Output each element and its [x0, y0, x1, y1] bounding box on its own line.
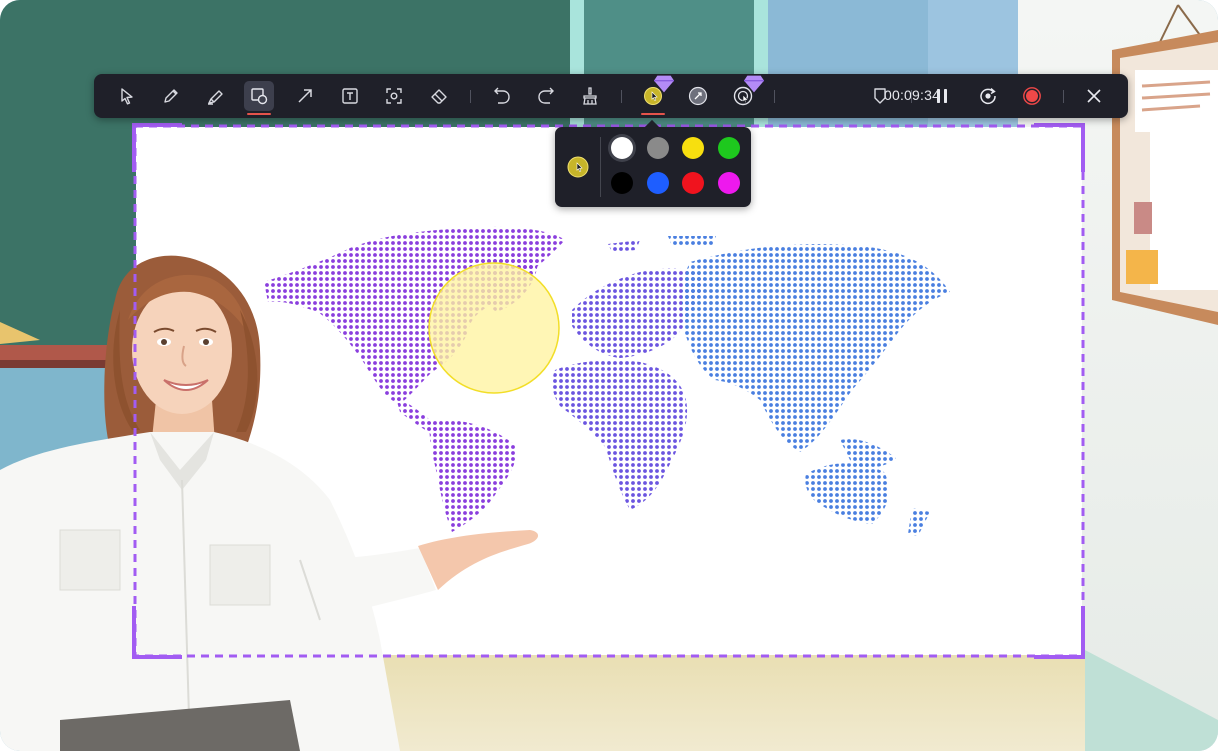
text-box-icon	[342, 88, 358, 104]
pro-gem-icon	[654, 75, 674, 93]
popup-divider	[600, 137, 601, 197]
color-swatch-black[interactable]	[611, 172, 633, 194]
color-swatch-white[interactable]	[611, 137, 633, 159]
redo-button[interactable]	[531, 81, 561, 111]
mouse-click-effect-button[interactable]	[683, 81, 713, 111]
color-swatch-magenta[interactable]	[717, 172, 740, 194]
color-swatch-red[interactable]	[682, 172, 704, 194]
restart-icon	[980, 87, 996, 105]
pause-button[interactable]	[927, 81, 957, 111]
watermark-button[interactable]	[865, 81, 895, 111]
toolbar-divider	[621, 90, 622, 103]
pen-icon	[164, 89, 178, 103]
toolbar-divider	[470, 90, 471, 103]
cursor-arrow-icon	[121, 88, 133, 105]
highlight-color-picker	[555, 127, 751, 207]
color-swatch-green[interactable]	[717, 137, 740, 159]
active-tool-indicator	[247, 113, 271, 115]
shield-icon	[874, 88, 886, 104]
pause-icon	[937, 89, 947, 103]
clear-all-button[interactable]	[575, 81, 605, 111]
cursor-highlight-button[interactable]	[638, 75, 674, 115]
mouse-click-sound-button[interactable]	[728, 75, 764, 111]
cursor-spotlight	[428, 262, 560, 394]
current-highlight-preview-icon	[567, 156, 589, 178]
color-swatch-yellow[interactable]	[682, 137, 704, 159]
spotlight-tool-button[interactable]	[379, 81, 409, 111]
screen-recording-canvas: 00:09:34	[0, 0, 1218, 751]
restart-button[interactable]	[973, 81, 1003, 111]
highlighter-icon	[208, 90, 223, 105]
close-icon	[1087, 89, 1101, 103]
annotation-toolbar: 00:09:34	[94, 74, 1128, 118]
focus-frame-icon	[386, 88, 402, 104]
pen-tool-button[interactable]	[156, 81, 186, 111]
color-swatch-gray[interactable]	[646, 137, 669, 159]
redo-icon	[538, 87, 554, 104]
undo-button[interactable]	[487, 81, 517, 111]
record-stop-icon	[1023, 87, 1041, 105]
click-effect-icon	[688, 86, 708, 106]
stop-recording-button[interactable]	[1017, 81, 1047, 111]
active-tool-indicator	[641, 113, 665, 115]
color-swatch-blue[interactable]	[646, 172, 669, 194]
toolbar-divider	[774, 90, 775, 103]
shape-tool-button[interactable]	[244, 81, 274, 115]
text-tool-button[interactable]	[335, 81, 365, 111]
eraser-icon	[431, 89, 447, 104]
arrow-icon	[298, 89, 312, 103]
select-tool-button[interactable]	[112, 81, 142, 111]
toolbar-divider	[911, 90, 912, 103]
pro-gem-icon	[744, 75, 764, 93]
shapes-icon	[251, 88, 268, 105]
broom-icon	[583, 87, 597, 105]
toolbar-divider	[1063, 90, 1064, 103]
arrow-tool-button[interactable]	[290, 81, 320, 111]
close-toolbar-button[interactable]	[1079, 81, 1109, 111]
highlighter-tool-button[interactable]	[200, 81, 230, 111]
eraser-tool-button[interactable]	[424, 81, 454, 111]
undo-icon	[494, 87, 510, 104]
